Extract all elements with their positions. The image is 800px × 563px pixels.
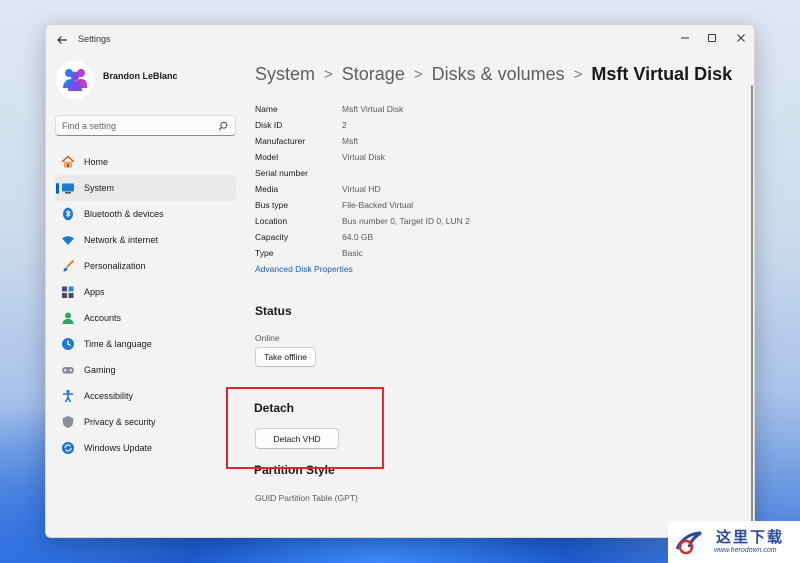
property-label: Serial number xyxy=(255,168,308,178)
property-value: Msft xyxy=(342,136,359,146)
sidebar-item-windows-update[interactable]: Windows Update xyxy=(55,435,236,461)
avatar-people-icon xyxy=(63,69,87,91)
status-heading: Status xyxy=(255,304,292,318)
sidebar-item-label: Time & language xyxy=(84,339,152,349)
property-value: 2 xyxy=(342,120,347,130)
sidebar-item-label: Accessibility xyxy=(84,391,134,401)
user-name: Brandon LeBlanc xyxy=(103,71,178,81)
property-value: Virtual Disk xyxy=(342,152,385,162)
property-value: 64.0 GB xyxy=(342,232,374,242)
take-offline-button[interactable]: Take offline xyxy=(255,347,316,367)
network-icon xyxy=(61,233,75,247)
highlight-box xyxy=(226,387,384,469)
property-label: Media xyxy=(255,184,279,194)
sidebar-item-label: Bluetooth & devices xyxy=(84,209,164,219)
sidebar-item-apps[interactable]: Apps xyxy=(55,279,236,305)
watermark: 这里下载 www.herodown.com xyxy=(668,521,800,563)
sidebar-item-label: Apps xyxy=(84,287,105,297)
breadcrumb-separator: > xyxy=(413,65,423,83)
breadcrumb-separator: > xyxy=(573,65,583,83)
scrollbar[interactable] xyxy=(751,85,753,525)
maximize-icon xyxy=(708,34,716,42)
sidebar-item-label: Network & internet xyxy=(84,235,159,245)
property-label: Model xyxy=(255,152,279,162)
sidebar-item-network[interactable]: Network & internet xyxy=(55,227,236,253)
sidebar-nav: Home System Bluetooth & devices Network … xyxy=(55,149,236,461)
shield-icon xyxy=(61,415,75,429)
gaming-icon xyxy=(61,363,75,377)
close-icon xyxy=(737,34,745,42)
property-value: Bus number 0, Target ID 0, LUN 2 xyxy=(342,216,470,226)
watermark-logo-icon xyxy=(675,531,702,555)
partition-style-value: GUID Partition Table (GPT) xyxy=(255,493,358,503)
sidebar-item-label: Privacy & security xyxy=(84,417,156,427)
property-value: Basic xyxy=(342,248,363,258)
sidebar-item-accessibility[interactable]: Accessibility xyxy=(55,383,236,409)
property-value: Virtual HD xyxy=(342,184,381,194)
property-label: Type xyxy=(255,248,274,258)
maximize-button[interactable] xyxy=(698,27,726,49)
sidebar-item-label: Gaming xyxy=(84,365,116,375)
brush-icon xyxy=(61,259,75,273)
property-label: Disk ID xyxy=(255,120,283,130)
watermark-url: www.herodown.com xyxy=(714,547,777,554)
breadcrumb-system[interactable]: System xyxy=(255,64,315,85)
title-bar: Settings xyxy=(46,25,754,55)
close-button[interactable] xyxy=(727,27,754,49)
property-value: Msft Virtual Disk xyxy=(342,104,404,114)
search-icon[interactable] xyxy=(218,121,228,131)
sidebar-item-system[interactable]: System xyxy=(55,175,236,201)
back-arrow-icon[interactable] xyxy=(55,33,69,47)
minimize-icon xyxy=(681,37,689,39)
home-icon xyxy=(61,155,75,169)
apps-icon xyxy=(61,285,75,299)
sidebar-item-gaming[interactable]: Gaming xyxy=(55,357,236,383)
property-label: Manufacturer xyxy=(255,136,306,146)
breadcrumb-separator: > xyxy=(324,65,333,83)
search-box[interactable] xyxy=(55,115,236,136)
sidebar-item-label: Personalization xyxy=(84,261,146,271)
minimize-button[interactable] xyxy=(671,27,699,49)
sidebar-item-label: System xyxy=(84,183,115,193)
system-icon xyxy=(61,181,75,195)
sidebar-item-home[interactable]: Home xyxy=(55,149,236,175)
sidebar-item-privacy-security[interactable]: Privacy & security xyxy=(55,409,236,435)
status-value: Online xyxy=(255,333,280,343)
advanced-disk-properties-link[interactable]: Advanced Disk Properties xyxy=(255,264,353,274)
time-language-icon xyxy=(61,337,75,351)
settings-window: Settings Brandon LeBlanc Find a setting … xyxy=(45,24,755,538)
accessibility-icon xyxy=(61,389,75,403)
sidebar-item-label: Home xyxy=(84,157,109,167)
sidebar-item-label: Accounts xyxy=(84,313,122,323)
breadcrumb-disks-volumes[interactable]: Disks & volumes xyxy=(432,64,565,85)
sidebar-item-label: Windows Update xyxy=(84,443,153,453)
property-label: Name xyxy=(255,104,278,114)
avatar[interactable] xyxy=(56,61,94,99)
search-input[interactable] xyxy=(62,119,212,133)
app-title: Settings xyxy=(78,34,111,44)
accounts-icon xyxy=(61,311,75,325)
update-icon xyxy=(61,441,75,455)
bluetooth-icon xyxy=(61,207,75,221)
page-title: Msft Virtual Disk xyxy=(591,63,733,84)
property-label: Bus type xyxy=(255,200,289,210)
sidebar-item-bluetooth[interactable]: Bluetooth & devices xyxy=(55,201,236,227)
sidebar-item-accounts[interactable]: Accounts xyxy=(55,305,236,331)
sidebar-item-personalization[interactable]: Personalization xyxy=(55,253,236,279)
breadcrumb: System > Storage > Disks & volumes > Msf… xyxy=(255,62,732,86)
active-indicator xyxy=(56,183,59,194)
property-label: Capacity xyxy=(255,232,289,242)
watermark-text: 这里下载 xyxy=(716,528,785,546)
breadcrumb-storage[interactable]: Storage xyxy=(342,64,405,85)
property-value: File-Backed Virtual xyxy=(342,200,414,210)
property-label: Location xyxy=(255,216,288,226)
sidebar-item-time-language[interactable]: Time & language xyxy=(55,331,236,357)
